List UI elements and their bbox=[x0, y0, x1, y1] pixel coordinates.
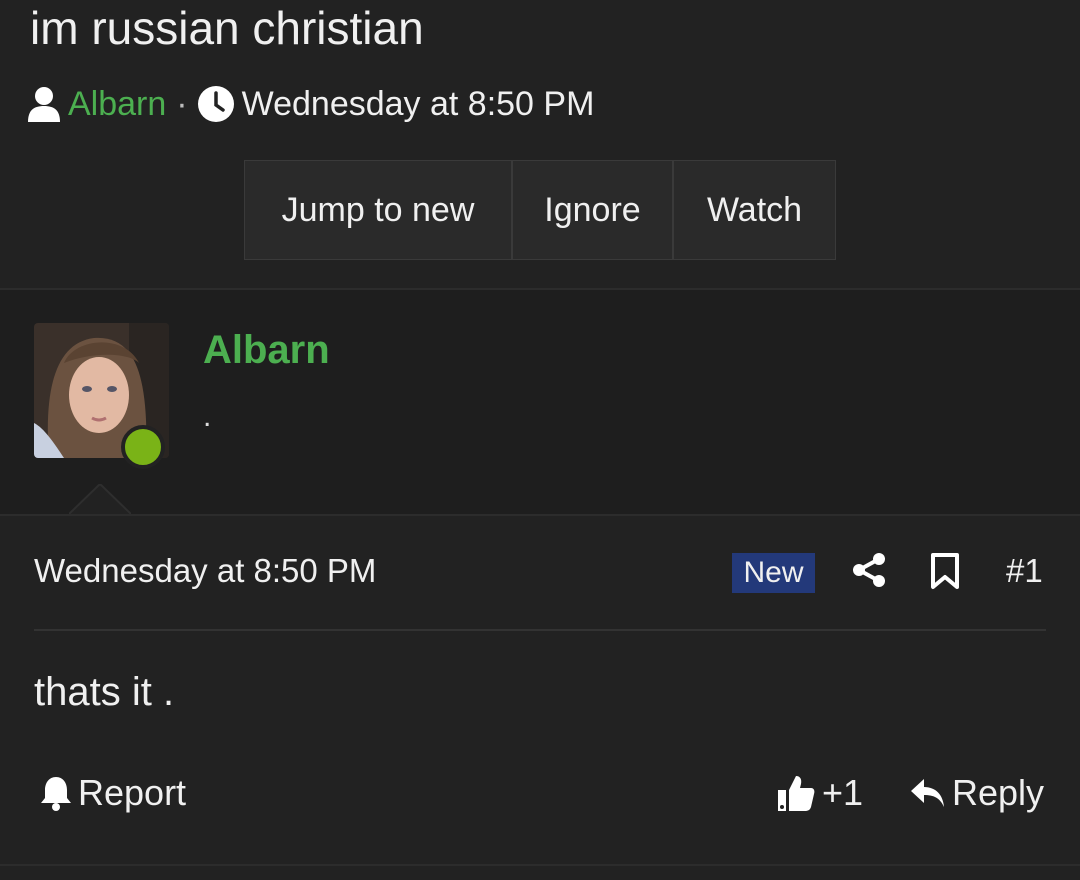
reply-label: Reply bbox=[952, 772, 1045, 813]
meta-separator: · bbox=[176, 84, 188, 123]
page-title: im russian christian bbox=[30, 2, 424, 54]
thread-meta: Albarn · Wednesday at 8:50 PM bbox=[28, 82, 594, 126]
divider bbox=[0, 864, 1080, 866]
post-date[interactable]: Wednesday at 8:50 PM bbox=[34, 552, 376, 590]
user-icon bbox=[28, 86, 60, 122]
thread-author-link[interactable]: Albarn bbox=[68, 85, 166, 124]
watch-button[interactable]: Watch bbox=[674, 161, 835, 259]
post-user-block: Albarn . bbox=[0, 290, 1080, 516]
thread-date[interactable]: Wednesday at 8:50 PM bbox=[242, 85, 595, 124]
report-label: Report bbox=[78, 772, 187, 813]
thread-header: im russian christian Albarn · Wednesday … bbox=[0, 0, 1080, 290]
share-icon[interactable] bbox=[852, 552, 886, 593]
ignore-button[interactable]: Ignore bbox=[513, 161, 674, 259]
like-count: +1 bbox=[822, 772, 864, 813]
bookmark-icon[interactable] bbox=[930, 552, 960, 595]
bell-icon bbox=[40, 775, 78, 811]
user-title: . bbox=[203, 400, 212, 433]
post-username[interactable]: Albarn bbox=[203, 328, 330, 373]
online-status-indicator bbox=[121, 425, 165, 469]
clock-icon bbox=[197, 86, 234, 122]
post-message: Wednesday at 8:50 PM New #1 thats it . R… bbox=[0, 516, 1080, 880]
reply-button[interactable]: Reply bbox=[910, 772, 1044, 814]
divider bbox=[34, 629, 1046, 631]
post-number-link[interactable]: #1 bbox=[1006, 552, 1043, 590]
thumbs-up-icon bbox=[776, 773, 822, 813]
post-content: thats it . bbox=[34, 670, 175, 714]
new-badge: New bbox=[732, 553, 815, 593]
report-button[interactable]: Report bbox=[40, 772, 186, 814]
thread-actions: Jump to new Ignore Watch bbox=[244, 160, 836, 260]
message-arrow bbox=[69, 484, 131, 514]
reply-icon bbox=[910, 777, 952, 809]
jump-to-new-button[interactable]: Jump to new bbox=[245, 161, 513, 259]
like-button[interactable]: +1 bbox=[776, 772, 863, 814]
